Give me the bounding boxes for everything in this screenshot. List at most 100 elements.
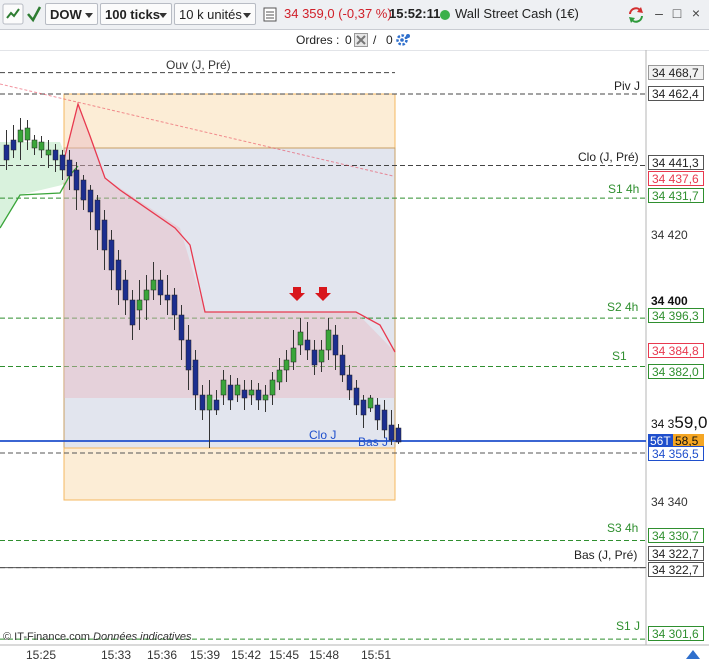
- orders-count-sep: /: [373, 33, 377, 47]
- source-note: © IT-Finance.com Données indicatives: [3, 631, 191, 643]
- level-piv-label: Piv J: [614, 79, 641, 93]
- price-tag-bas-prev: 34 322,7: [648, 546, 704, 561]
- level-ouv-label: Ouv (J, Pré): [166, 58, 231, 72]
- source-disclaimer: Données indicatives: [93, 631, 192, 643]
- candle-body: [255, 389, 262, 401]
- upper-zone: [63, 93, 396, 149]
- current-price-small: 34 3: [651, 417, 675, 431]
- top-toolbar: DOW 100 ticks 10 k unités 34 359,0 (-0,3…: [0, 0, 709, 30]
- price-chart[interactable]: [0, 50, 709, 664]
- candle-body: [360, 399, 367, 416]
- orders-count-1: 0: [345, 33, 352, 47]
- candle-body: [17, 129, 24, 143]
- orders-bar: Ordres : 0 / 0: [0, 30, 709, 51]
- level-s1-4h-label: S1 4h: [608, 182, 640, 196]
- candle-body: [136, 299, 143, 311]
- close-button[interactable]: ×: [688, 5, 704, 21]
- level-s3-4h-label: S3 4h: [607, 521, 639, 535]
- candle-body: [332, 334, 339, 356]
- level-clo-prev-label: Clo (J, Pré): [578, 150, 639, 164]
- orders-settings-button[interactable]: [395, 32, 411, 48]
- price-tag-s1-j: 34 301,6: [648, 626, 704, 641]
- ticks-select[interactable]: 100 ticks: [100, 3, 172, 25]
- price-change: 34 359,0 (-0,37 %): [284, 6, 392, 21]
- market-status-icon: [438, 3, 452, 25]
- level-bas-j-label: Bas J: [358, 435, 389, 449]
- candle-body: [206, 394, 213, 411]
- scroll-toggle-button[interactable]: [683, 648, 703, 662]
- level-s1-label: S1: [612, 349, 627, 363]
- lower-zone: [63, 447, 396, 501]
- cancel-icon: [354, 33, 368, 47]
- instrument-label: DOW: [50, 7, 82, 22]
- candle-body: [276, 369, 283, 383]
- arrow-up-icon: [686, 650, 700, 659]
- candle-body: [66, 159, 73, 177]
- candle-body: [290, 347, 297, 363]
- candle-body: [150, 279, 157, 291]
- candle-body: [10, 139, 17, 151]
- chart-tool-button[interactable]: [26, 3, 42, 25]
- candle-body: [311, 349, 318, 366]
- chevron-down-icon: [85, 13, 93, 18]
- candle-body: [283, 359, 290, 371]
- candle-body: [304, 339, 311, 351]
- check-icon: [27, 6, 42, 23]
- candle-body: [178, 314, 185, 341]
- candle-body: [262, 394, 269, 401]
- time-tick: 15:42: [231, 648, 262, 662]
- units-select[interactable]: 10 k unités: [174, 3, 256, 25]
- price-tag-resist-2: 34 384,8: [648, 343, 704, 358]
- candle-body: [45, 149, 52, 156]
- instrument-select[interactable]: DOW: [45, 3, 98, 25]
- time-tick: 15:33: [101, 648, 132, 662]
- time-tick: 15:25: [26, 648, 57, 662]
- price-tag-bas-prev-2: 34 322,7: [648, 562, 704, 577]
- sync-icon: [629, 7, 643, 23]
- candle-body: [339, 354, 346, 376]
- candle-body: [101, 219, 108, 251]
- app-menu-icon: [2, 3, 24, 25]
- price-tag-ouv: 34 468,7: [648, 65, 704, 80]
- candle-body: [234, 384, 241, 396]
- price-tag-s3-4h: 34 330,7: [648, 528, 704, 543]
- price-tag-clo-prev: 34 441,3: [648, 155, 704, 170]
- candle-body: [269, 379, 276, 396]
- order-list-icon: [263, 7, 277, 22]
- candle-body: [353, 387, 360, 406]
- candle-body: [227, 384, 234, 401]
- candle-body: [129, 299, 136, 326]
- candle-body: [395, 427, 402, 443]
- units-label: 10 k unités: [179, 7, 242, 22]
- candle-body: [192, 359, 199, 396]
- maximize-button[interactable]: □: [669, 5, 685, 21]
- candle-body: [388, 424, 395, 441]
- candle-body: [157, 279, 164, 296]
- trade-icon-button[interactable]: [262, 3, 280, 25]
- app-menu-button[interactable]: [2, 3, 26, 25]
- minimize-button[interactable]: –: [651, 5, 667, 21]
- candle-body: [143, 289, 150, 301]
- price-tag-bas-j: 34 356,5: [648, 446, 704, 461]
- candle-body: [73, 169, 80, 191]
- candle-body: [213, 399, 220, 411]
- time-tick: 15:51: [361, 648, 392, 662]
- sync-button[interactable]: [626, 3, 646, 25]
- candle-body: [325, 329, 332, 351]
- candle-body: [52, 149, 59, 161]
- market-name: Wall Street Cash (1€): [455, 6, 579, 21]
- price-tick-34340: 34 340: [651, 495, 688, 509]
- level-clo-j-label: Clo J: [309, 428, 337, 442]
- clock: 15:52:11: [389, 6, 441, 21]
- candle-body: [381, 409, 388, 431]
- candle-body: [367, 397, 374, 409]
- candle-body: [94, 199, 101, 231]
- price-tag-resist: 34 437,6: [648, 171, 704, 186]
- candle-body: [346, 374, 353, 391]
- price-tick-34420: 34 420: [651, 228, 688, 242]
- candle-body: [241, 389, 248, 399]
- cancel-orders-button[interactable]: [354, 33, 368, 47]
- candle-body: [59, 154, 66, 171]
- level-bas-prev-label: Bas (J, Pré): [574, 548, 638, 562]
- candle-body: [80, 179, 87, 201]
